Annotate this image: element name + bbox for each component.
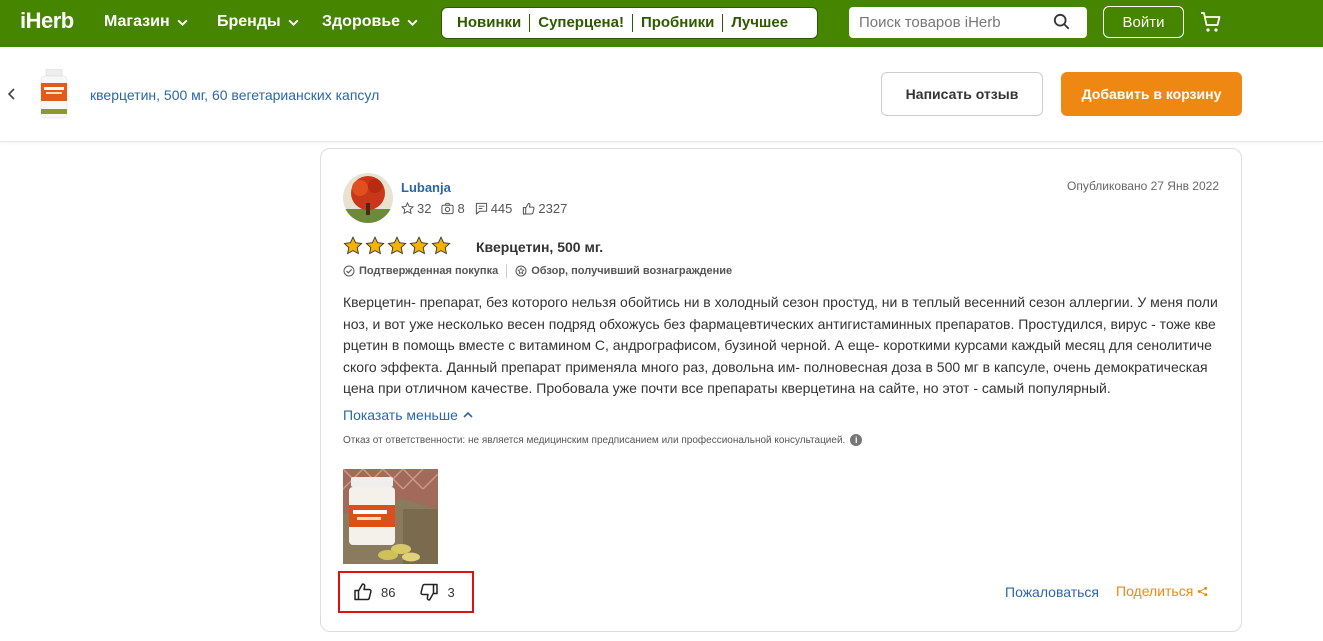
star-icon [387,236,407,255]
avatar[interactable] [343,173,393,223]
stat-stars-count: 32 [417,201,432,216]
chevron-down-icon [288,19,299,26]
review-text-line: ского эффекта. Данный препарат применяла… [343,358,1208,375]
disclaimer-text: Отказ от ответственности: не является ме… [343,434,846,446]
write-review-button[interactable]: Написать отзыв [881,72,1043,116]
cart-icon[interactable] [1199,10,1223,34]
published-date: Опубликовано 27 Янв 2022 [1067,179,1219,193]
author-name[interactable]: Lubanja [401,180,451,195]
iherb-logo[interactable]: iHerb [20,8,74,34]
unhelpful-count: 3 [447,584,455,600]
unhelpful-vote-button[interactable]: 3 [419,582,455,602]
search-box [849,7,1087,38]
show-less-link[interactable]: Показать меньше [343,407,474,423]
verified-icon [343,265,355,277]
thumbs-up-icon [354,583,372,601]
star-icon [365,236,385,255]
review-text-line: ноз, и вот уже несколько весен подряд об… [343,315,1216,332]
vote-highlight-box: 86 3 [338,571,474,613]
review-text-line: рцетин в помощь вместе с витамином С, ан… [343,337,1212,354]
stat-reviews: 445 [475,201,513,216]
review-card: Lubanja 32 8 445 2327 Опубликовано 27 Ян… [320,148,1242,632]
search-input[interactable] [849,14,1049,31]
top-nav: iHerb Магазин Бренды Здоровье Новинки Су… [0,0,1323,47]
reward-icon [515,265,527,277]
nav-brands[interactable]: Бренды [217,13,300,31]
thumbs-up-icon [523,202,535,215]
review-photo[interactable] [343,469,438,564]
star-outline-icon [401,202,414,215]
star-icon [343,236,363,255]
author-stats: 32 8 445 2327 [401,201,567,216]
verified-purchase-badge: Подтвержденная покупка [343,265,506,277]
rewarded-review-badge: Обзор, получивший вознаграждение [515,265,740,277]
star-icon [431,236,451,255]
product-name[interactable]: кверцетин, 500 мг, 60 вегетарианских кап… [90,87,379,103]
star-icon [409,236,429,255]
nav-brands-label: Бренды [217,13,281,30]
stat-helpful: 2327 [522,201,567,216]
rating-stars [343,236,451,256]
share-icon [1198,586,1208,596]
quick-link-trials[interactable]: Пробники [633,14,724,32]
helpful-vote-button[interactable]: 86 [353,582,395,602]
quick-link-best[interactable]: Лучшее [723,14,796,32]
nav-health[interactable]: Здоровье [322,13,419,31]
quick-link-super-price[interactable]: Суперцена! [530,14,633,32]
nav-health-label: Здоровье [322,13,401,30]
review-body: Кверцетин- препарат, без которого нельзя… [343,292,1223,400]
badge-divider [506,264,508,278]
share-link[interactable]: Поделиться [1116,583,1208,599]
thumbs-down-icon [420,583,439,601]
chevron-down-icon [177,19,188,26]
search-icon[interactable] [1053,13,1071,31]
nav-shop-label: Магазин [104,13,170,30]
review-text-line: цена при отличном качестве. Пробовала уж… [343,380,1111,397]
nav-shop[interactable]: Магазин [104,13,189,31]
camera-icon [441,202,455,215]
product-strip: кверцетин, 500 мг, 60 вегетарианских кап… [0,47,1323,142]
show-less-label: Показать меньше [343,407,458,423]
review-badges: Подтвержденная покупка Обзор, получивший… [343,264,740,278]
quick-link-new[interactable]: Новинки [442,14,531,32]
review-title: Кверцетин, 500 мг. [476,239,604,255]
stat-stars: 32 [401,201,431,216]
comment-icon [475,202,487,215]
stat-helpful-count: 2327 [538,201,568,216]
info-icon[interactable]: i [850,434,863,446]
quick-links: Новинки Суперцена! Пробники Лучшее [441,7,818,39]
medical-disclaimer: Отказ от ответственности: не является ме… [343,434,863,446]
report-link[interactable]: Пожаловаться [1005,584,1099,600]
verified-purchase-label: Подтвержденная покупка [359,265,499,277]
stat-reviews-count: 445 [490,201,513,216]
product-thumbnail[interactable] [38,69,70,119]
review-text-line: Кверцетин- препарат, без которого нельзя… [343,294,1218,310]
login-button[interactable]: Войти [1103,6,1184,38]
chevron-up-icon [463,411,473,418]
rewarded-review-label: Обзор, получивший вознаграждение [531,265,733,277]
add-to-cart-button[interactable]: Добавить в корзину [1061,72,1242,116]
helpful-count: 86 [381,584,396,600]
back-chevron-icon[interactable] [6,87,18,101]
share-label: Поделиться [1116,583,1194,599]
stat-photos-count: 8 [457,201,465,216]
stat-photos: 8 [441,201,465,216]
chevron-down-icon [407,19,418,26]
